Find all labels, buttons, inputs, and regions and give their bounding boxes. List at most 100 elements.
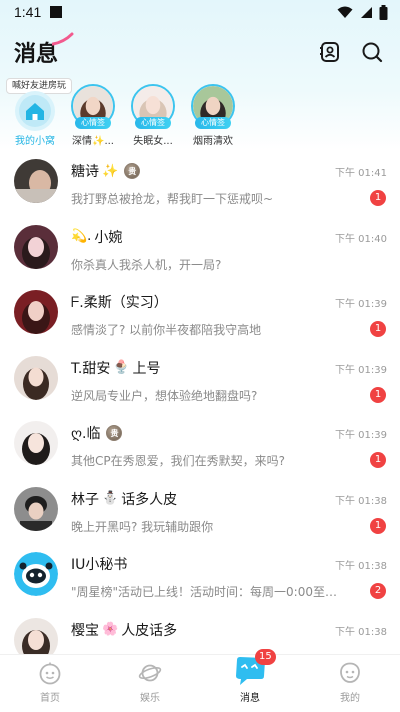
bottom-nav: 首页 娱乐 15 消息 我的 xyxy=(0,649,400,712)
messages-unread-badge: 15 xyxy=(255,649,276,665)
story-item[interactable]: 心情签 失眠女... xyxy=(124,84,182,148)
conversation-row[interactable]: 樱宝 🌸 人皮话多 下午 01:38 xyxy=(0,611,400,654)
battery-icon xyxy=(379,4,388,20)
snowman-icon: ⛄ xyxy=(102,491,119,506)
wifi-icon xyxy=(337,6,353,18)
home-icon xyxy=(15,91,55,131)
mood-badge: 心情签 xyxy=(195,117,231,129)
contacts-button[interactable] xyxy=(318,40,342,64)
contact-name-text: ᖴ.柔斯（实习） xyxy=(71,295,168,311)
avatar xyxy=(14,355,58,400)
story-name: 烟雨清欢 xyxy=(193,136,233,147)
message-preview: 感情淡了? 以前你半夜都陪我守高地 xyxy=(71,323,262,337)
assistant-robot-icon xyxy=(14,552,58,596)
message-preview: 晚上开黑吗? 我玩辅助跟你 xyxy=(71,519,214,534)
contact-name: ᖴ.柔斯（实习） xyxy=(71,292,168,312)
title-decoration xyxy=(52,32,74,46)
contact-name-text: T.甜安 xyxy=(71,360,111,377)
contact-name: 糖诗 ✨ 贵 xyxy=(71,161,141,181)
contact-name: IU小秘书 xyxy=(71,554,127,574)
message-time: 下午 01:39 xyxy=(335,299,387,310)
unread-badge: 1 xyxy=(370,386,386,403)
message-time: 下午 01:39 xyxy=(335,430,387,441)
message-time: 下午 01:39 xyxy=(335,364,387,376)
nav-profile-label: 我的 xyxy=(340,693,360,704)
nav-home-label: 首页 xyxy=(40,693,60,704)
avatar xyxy=(14,159,58,203)
contact-name-text: 林子 xyxy=(71,491,99,508)
contact-name-text: ღ.临 xyxy=(71,426,101,442)
contact-name-suffix: 话多人皮 xyxy=(121,491,178,508)
avatar xyxy=(14,421,58,465)
nav-entertainment-label: 娱乐 xyxy=(140,693,160,704)
notification-icon xyxy=(50,6,63,18)
story-item[interactable]: 心情签 烟雨清欢 xyxy=(184,84,242,148)
blossom-icon: 🌸 xyxy=(102,622,119,637)
header-actions xyxy=(318,40,384,64)
sparkle-icon: ✨ xyxy=(102,163,119,179)
message-time: 下午 01:38 xyxy=(335,495,387,507)
conversation-row[interactable]: 糖诗 ✨ 贵 我打野总被抢龙，帮我盯一下惩戒呗~ 下午 01:41 1 xyxy=(0,152,400,218)
contact-name-text: IU小秘书 xyxy=(71,557,128,573)
message-preview: "周星榜"活动已上线！活动时间：每周一0:00至周... xyxy=(71,585,341,599)
ice-cream-icon: 🍨 xyxy=(113,360,130,375)
contact-name: 💫. 小婉 xyxy=(71,227,122,247)
conversation-row[interactable]: ᖴ.柔斯（实习） 感情淡了? 以前你半夜都陪我守高地 下午 01:39 1 xyxy=(0,283,400,349)
conversation-row[interactable]: 💫. 小婉 你杀真人我杀人机，开一局? 下午 01:40 xyxy=(0,218,400,284)
message-time: 下午 01:40 xyxy=(335,233,387,245)
dizzy-icon: 💫. xyxy=(71,229,92,244)
contact-name-suffix: 上号 xyxy=(132,360,161,377)
avatar xyxy=(14,486,58,531)
conversation-row[interactable]: IU小秘书 "周星榜"活动已上线！活动时间：每周一0:00至周... 下午 01… xyxy=(0,545,400,611)
message-preview: 其他CP在秀恩爱，我们在秀默契，来吗? xyxy=(71,454,285,468)
contact-name: 林子 ⛄ 话多人皮 xyxy=(71,489,177,509)
story-item[interactable]: 心情签 深情✨... xyxy=(64,84,122,148)
header: 消息 xyxy=(0,30,400,74)
conversation-row[interactable]: T.甜安 🍨 上号 逆风局专业户，想体验绝地翻盘吗? 下午 01:39 1 xyxy=(0,349,400,415)
unread-badge: 2 xyxy=(370,583,386,599)
nav-messages[interactable]: 15 消息 xyxy=(200,649,300,712)
mood-badge: 心情签 xyxy=(135,117,171,129)
my-room-button[interactable] xyxy=(14,90,56,132)
nav-messages-label: 消息 xyxy=(240,693,260,704)
message-preview: 我打野总被抢龙，帮我盯一下惩戒呗~ xyxy=(71,192,274,206)
contact-name: ღ.临 贵 xyxy=(71,423,123,443)
conversation-row[interactable]: 林子 ⛄ 话多人皮 晚上开黑吗? 我玩辅助跟你 下午 01:38 1 xyxy=(0,480,400,546)
nav-home[interactable]: 首页 xyxy=(0,655,100,712)
message-time: 下午 01:38 xyxy=(335,626,387,638)
search-button[interactable] xyxy=(360,40,384,64)
message-time: 下午 01:41 xyxy=(335,168,387,179)
nav-profile[interactable]: 我的 xyxy=(300,655,400,712)
status-icons xyxy=(337,4,388,20)
story-name: 深情✨... xyxy=(72,136,114,147)
contact-name-suffix: 人皮话多 xyxy=(121,622,178,639)
vip-badge: 贵 xyxy=(124,163,141,179)
contact-name-text: 小婉 xyxy=(94,229,123,246)
status-bar: 1:41 xyxy=(0,0,400,24)
galaxy-icon xyxy=(138,664,162,682)
unread-badge: 1 xyxy=(370,190,386,206)
message-time: 下午 01:38 xyxy=(335,561,387,572)
profile-icon xyxy=(340,662,360,683)
story-name: 失眠女... xyxy=(133,136,173,147)
avatar xyxy=(14,290,58,334)
unread-badge: 1 xyxy=(370,517,386,534)
conversation-row[interactable]: ღ.临 贵 其他CP在秀恩爱，我们在秀默契，来吗? 下午 01:39 1 xyxy=(0,414,400,480)
vip-badge: 贵 xyxy=(106,425,123,441)
stories-row: 喊好友进房玩 我的小窝 心情签 深情✨... 心情签 失眠女... 心情签 烟雨… xyxy=(0,78,400,148)
unread-badge: 1 xyxy=(370,452,386,468)
message-preview: 你杀真人我杀人机，开一局? xyxy=(71,257,222,272)
unread-badge: 1 xyxy=(370,321,386,337)
search-icon xyxy=(362,42,383,63)
nav-entertainment[interactable]: 娱乐 xyxy=(100,655,200,712)
conversation-list: 糖诗 ✨ 贵 我打野总被抢龙，帮我盯一下惩戒呗~ 下午 01:41 1 💫. 小… xyxy=(0,152,400,654)
contact-name-text: 糖诗 xyxy=(71,164,99,180)
contact-name-text: 樱宝 xyxy=(71,622,99,639)
signal-icon xyxy=(361,6,372,18)
profile-face-icon xyxy=(39,662,61,685)
avatar xyxy=(14,224,58,269)
avatar xyxy=(14,552,58,596)
message-preview: 逆风局专业户，想体验绝地翻盘吗? xyxy=(71,388,258,403)
contact-name: 樱宝 🌸 人皮话多 xyxy=(71,620,177,640)
mood-badge: 心情签 xyxy=(75,117,111,129)
